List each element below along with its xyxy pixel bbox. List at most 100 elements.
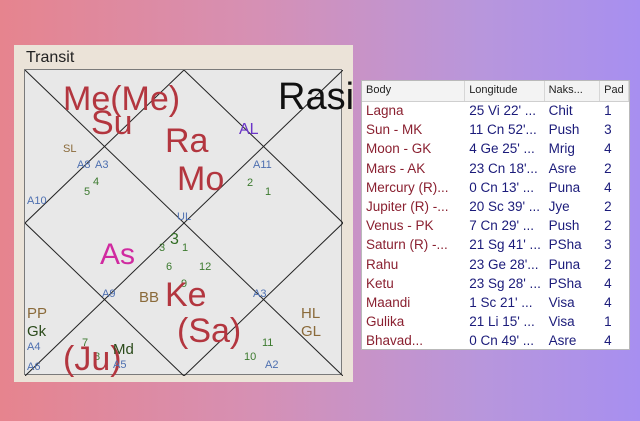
cell-pada: 1	[604, 314, 612, 330]
label-a11: A11	[253, 159, 272, 171]
label-a6: A6	[27, 361, 41, 373]
column-header-pada[interactable]: Pad	[600, 81, 629, 101]
cell-pada: 4	[604, 141, 612, 157]
cell-longitude: 4 Ge 25' ...	[469, 141, 535, 157]
label-a3: A3	[95, 159, 109, 171]
house-3-center: 3	[159, 242, 166, 254]
cell-longitude: 0 Cn 13' ...	[469, 179, 535, 195]
planet-rahu: Ra	[165, 122, 209, 160]
label-al: AL	[239, 121, 259, 138]
cell-pada: 2	[604, 160, 612, 176]
cell-pada: 2	[604, 256, 612, 272]
cell-body: Venus - PK	[366, 218, 434, 234]
table-row[interactable]: Maandi 1 Sc 21' ... Visa 4	[362, 294, 629, 313]
cell-nakshatra: Puna	[548, 179, 581, 195]
cell-longitude: 23 Ge 28'...	[469, 256, 539, 272]
table-row[interactable]: Ketu 23 Sg 28' ... PSha 4	[362, 275, 629, 294]
cell-nakshatra: Chit	[548, 103, 573, 118]
rasi-chart-panel: Transit Rasi 1 1 2 3 4 5 6 7 8 9 10 11 1…	[14, 45, 354, 382]
label-a4: A4	[27, 341, 41, 353]
north-indian-chart: Rasi 1 1 2 3 4 5 6 7 8 9 10 11 12 Me(Me)…	[24, 69, 354, 376]
table-row[interactable]: Gulika 21 Li 15' ... Visa 1	[362, 313, 629, 332]
cell-longitude: 0 Cn 49' ...	[469, 333, 535, 349]
panel-title: Transit	[26, 49, 75, 66]
label-a3-bottom: A3	[253, 288, 267, 300]
column-header-nakshatra[interactable]: Naks...	[545, 81, 601, 101]
cell-nakshatra: Visa	[548, 294, 575, 310]
cell-pada: 1	[604, 103, 612, 118]
cell-body: Rahu	[366, 256, 399, 272]
table-row[interactable]: Lagna 25 Vi 22' ... Chit 1	[362, 102, 629, 121]
label-a8: A8	[77, 159, 91, 171]
label-a10: A10	[27, 195, 47, 207]
table-row[interactable]: Mars - AK 23 Cn 18'... Asre 2	[362, 160, 629, 179]
cell-longitude: 20 Sc 39' ...	[469, 198, 541, 214]
house-1-outer: 1	[265, 186, 272, 198]
cell-longitude: 25 Vi 22' ...	[469, 103, 537, 118]
table-row[interactable]: Rahu 23 Ge 28'... Puna 2	[362, 256, 629, 275]
planet-ketu: Ke	[165, 276, 207, 314]
house-3-marker: 3	[170, 231, 179, 248]
cell-nakshatra: Mrig	[548, 141, 575, 157]
table-header: Body Longitude Naks... Pad	[362, 81, 629, 102]
label-a2: A2	[265, 359, 279, 371]
cell-nakshatra: Puna	[548, 256, 581, 272]
label-pp: PP	[27, 305, 48, 322]
label-bb: BB	[139, 289, 160, 306]
cell-longitude: 21 Li 15' ...	[469, 314, 535, 330]
label-sl: SL	[63, 143, 77, 155]
house-6: 6	[166, 261, 173, 273]
cell-pada: 2	[604, 198, 612, 214]
house-5: 5	[84, 186, 91, 198]
cell-body: Mercury (R)...	[366, 179, 449, 195]
house-2: 2	[247, 177, 254, 189]
table-row[interactable]: Bhavad... 0 Cn 49' ... Asre 4	[362, 332, 629, 349]
table-row[interactable]: Saturn (R) -... 21 Sg 41' ... PSha 3	[362, 236, 629, 255]
house-1: 1	[182, 242, 189, 254]
cell-body: Sun - MK	[366, 122, 423, 138]
cell-pada: 4	[604, 333, 612, 349]
cell-pada: 2	[604, 218, 612, 234]
cell-nakshatra: Visa	[548, 314, 575, 330]
cell-nakshatra: Asre	[548, 160, 577, 176]
label-gl: GL	[301, 323, 322, 340]
house-11: 11	[262, 337, 274, 349]
label-a9: A9	[102, 288, 116, 300]
label-a5: A5	[113, 359, 127, 371]
column-header-longitude[interactable]: Longitude	[465, 81, 545, 101]
cell-pada: 4	[604, 294, 612, 310]
cell-body: Mars - AK	[366, 160, 426, 176]
cell-body: Gulika	[366, 314, 405, 330]
label-ul: UL	[177, 211, 192, 223]
column-header-body[interactable]: Body	[362, 81, 466, 101]
cell-nakshatra: Push	[548, 122, 580, 138]
cell-pada: 4	[604, 275, 612, 291]
table-row[interactable]: Venus - PK 7 Cn 29' ... Push 2	[362, 217, 629, 236]
cell-body: Saturn (R) -...	[366, 237, 448, 253]
cell-nakshatra: Jye	[548, 198, 570, 214]
table-row[interactable]: Mercury (R)... 0 Cn 13' ... Puna 4	[362, 179, 629, 198]
planet-ascendant: As	[100, 238, 136, 271]
cell-longitude: 23 Cn 18'...	[469, 160, 538, 176]
cell-pada: 3	[604, 122, 612, 138]
cell-body: Lagna	[366, 103, 404, 118]
planet-sun: Su	[91, 104, 133, 142]
cell-longitude: 11 Cn 52'...	[469, 122, 537, 138]
table-row[interactable]: Sun - MK 11 Cn 52'... Push 3	[362, 121, 629, 140]
cell-longitude: 1 Sc 21' ...	[469, 294, 533, 310]
cell-longitude: 23 Sg 28' ...	[469, 275, 541, 291]
cell-nakshatra: Asre	[548, 333, 577, 349]
house-12: 12	[199, 261, 212, 273]
cell-body: Moon - GK	[366, 141, 432, 157]
cell-longitude: 21 Sg 41' ...	[469, 237, 541, 253]
label-hl: HL	[301, 305, 321, 322]
table-row[interactable]: Moon - GK 4 Ge 25' ... Mrig 4	[362, 140, 629, 159]
cell-body: Maandi	[366, 294, 411, 310]
cell-body: Ketu	[366, 275, 394, 291]
table-row[interactable]: Jupiter (R) -... 20 Sc 39' ... Jye 2	[362, 198, 629, 217]
cell-longitude: 7 Cn 29' ...	[469, 218, 535, 234]
cell-nakshatra: PSha	[548, 237, 582, 253]
cell-pada: 3	[604, 237, 612, 253]
cell-nakshatra: PSha	[548, 275, 582, 291]
cell-nakshatra: Push	[548, 218, 580, 234]
